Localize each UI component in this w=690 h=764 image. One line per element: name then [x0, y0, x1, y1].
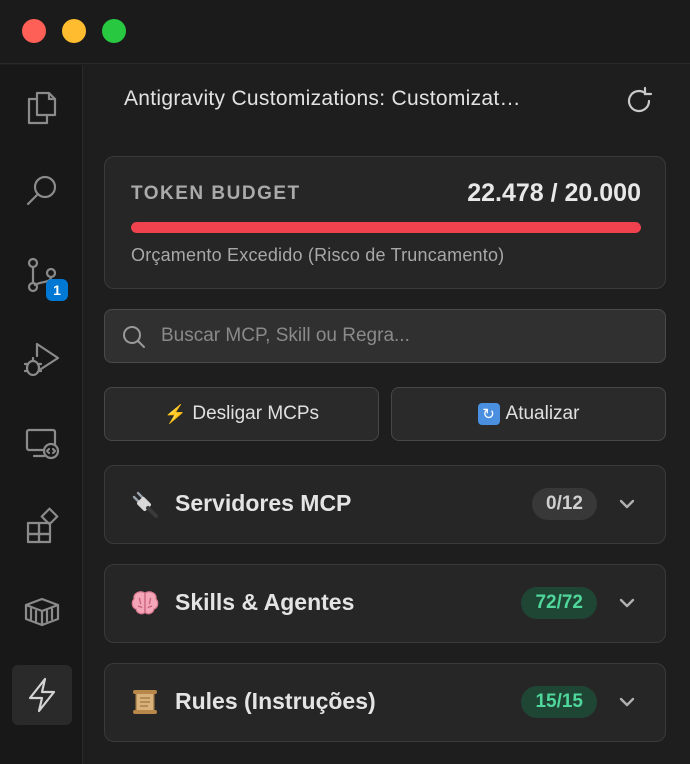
- package-icon: [24, 597, 60, 627]
- search-icon: [121, 324, 147, 350]
- source-control-button[interactable]: 1: [12, 245, 72, 305]
- section-title: Rules (Instruções): [175, 688, 376, 714]
- remote-explorer-button[interactable]: [12, 413, 72, 473]
- remote-explorer-icon: [25, 428, 60, 460]
- customizations-button[interactable]: [12, 665, 72, 725]
- explorer-button[interactable]: [12, 77, 72, 137]
- package-button[interactable]: [12, 581, 72, 641]
- refresh-label: Atualizar: [505, 403, 580, 424]
- lightning-icon: ⚡: [163, 403, 187, 424]
- section-rules[interactable]: Rules (Instruções) 15/15: [104, 663, 666, 742]
- count-badge: 15/15: [521, 686, 597, 718]
- panel-title: Antigravity Customizations: Customizat…: [124, 87, 521, 110]
- search-input[interactable]: [161, 320, 651, 352]
- token-budget-card: TOKEN BUDGET 22.478 / 20.000 Orçamento E…: [104, 156, 666, 289]
- run-debug-button[interactable]: [12, 329, 72, 389]
- chevron-down-icon: [617, 494, 637, 514]
- extensions-icon: [26, 507, 59, 544]
- window-titlebar: [0, 0, 690, 64]
- run-debug-icon: [23, 342, 60, 377]
- lightning-icon: [28, 677, 56, 713]
- brain-icon: [129, 587, 161, 619]
- section-title: Skills & Agentes: [175, 589, 355, 615]
- chevron-down-icon: [617, 692, 637, 712]
- plug-icon: [129, 488, 161, 520]
- disable-mcps-label: Desligar MCPs: [192, 403, 320, 424]
- count-badge: 72/72: [521, 587, 597, 619]
- section-mcp-servers[interactable]: Servidores MCP 0/12: [104, 465, 666, 544]
- scroll-icon: [129, 686, 161, 718]
- search-box: [104, 309, 666, 363]
- search-icon: [26, 175, 57, 206]
- chevron-down-icon: [617, 593, 637, 613]
- search-view-button[interactable]: [12, 161, 72, 221]
- token-budget-fill: [131, 222, 641, 233]
- section-skills-agents[interactable]: Skills & Agentes 72/72: [104, 564, 666, 643]
- disable-mcps-button[interactable]: ⚡ Desligar MCPs: [104, 387, 379, 441]
- customizations-panel: Antigravity Customizations: Customizat… …: [84, 65, 690, 764]
- files-icon: [27, 91, 57, 125]
- token-budget-status: Orçamento Excedido (Risco de Truncamento…: [131, 245, 505, 265]
- extensions-button[interactable]: [12, 497, 72, 557]
- refresh-button[interactable]: ↻ Atualizar: [391, 387, 666, 441]
- refresh-icon[interactable]: [623, 85, 655, 117]
- token-budget-bar: [131, 222, 641, 233]
- minimize-window-button[interactable]: [62, 19, 86, 43]
- refresh-icon: ↻: [477, 403, 500, 425]
- section-title: Servidores MCP: [175, 490, 352, 516]
- count-badge: 0/12: [532, 488, 597, 520]
- source-control-badge: 1: [46, 279, 68, 301]
- token-budget-value: 22.478 / 20.000: [467, 179, 641, 207]
- activity-bar: 1: [0, 65, 83, 764]
- token-budget-label: TOKEN BUDGET: [131, 183, 301, 204]
- close-window-button[interactable]: [22, 19, 46, 43]
- zoom-window-button[interactable]: [102, 19, 126, 43]
